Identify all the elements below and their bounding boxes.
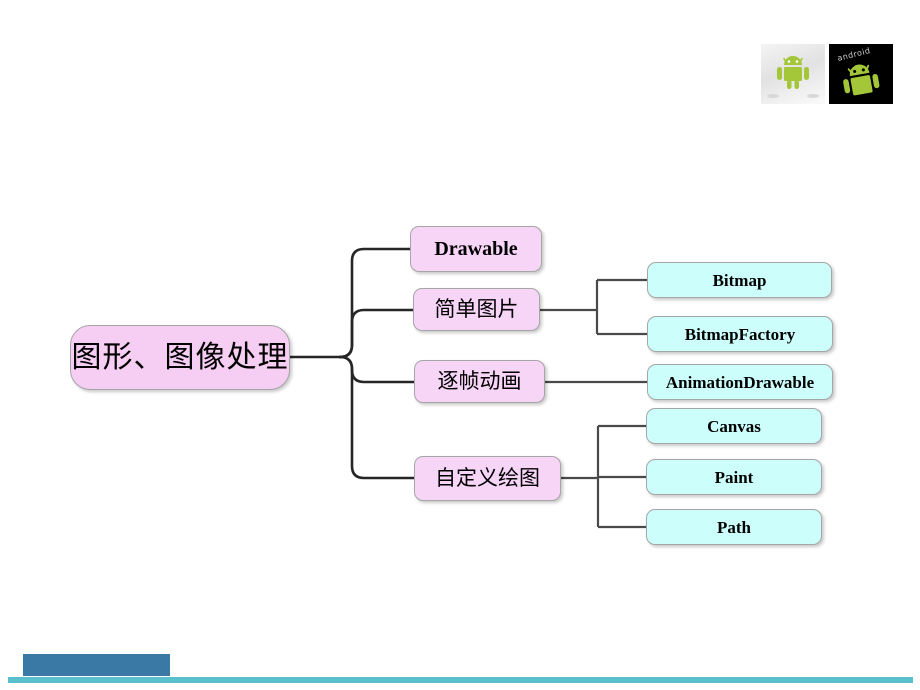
mindmap-node-bitmap[interactable]: Bitmap [647, 262, 832, 298]
footer-accent-block [23, 654, 170, 676]
mindmap-node-animationdrawable[interactable]: AnimationDrawable [647, 364, 833, 400]
slide-canvas: android 图形、图像处理 Drawable 简单图片 逐帧动画 自定义绘图… [0, 0, 920, 690]
mindmap-node-root[interactable]: 图形、图像处理 [70, 325, 290, 390]
mindmap-node-bitmapfactory[interactable]: BitmapFactory [647, 316, 833, 352]
mindmap-node-canvas[interactable]: Canvas [646, 408, 822, 444]
mindmap-node-simple-image[interactable]: 简单图片 [413, 288, 540, 331]
connector-root-custom-draw [338, 355, 416, 480]
mindmap-node-frame-animation[interactable]: 逐帧动画 [414, 360, 545, 403]
footer-accent-bar [8, 677, 913, 683]
mindmap-node-drawable[interactable]: Drawable [410, 226, 542, 272]
connector-root-drawable [338, 247, 412, 359]
mindmap-node-custom-draw[interactable]: 自定义绘图 [414, 456, 561, 501]
mindmap-node-paint[interactable]: Paint [646, 459, 822, 495]
mindmap-node-path[interactable]: Path [646, 509, 822, 545]
